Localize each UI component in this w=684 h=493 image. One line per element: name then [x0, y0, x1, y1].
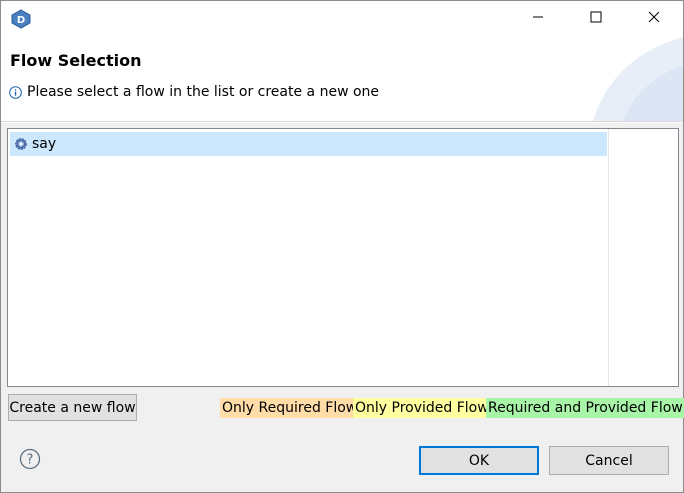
minimize-icon [532, 11, 544, 27]
header-separator [1, 121, 683, 123]
close-button[interactable] [625, 1, 683, 37]
dialog-header: Flow Selection Please select a flow in t… [1, 37, 683, 121]
list-item-label: say [32, 136, 57, 152]
minimize-button[interactable] [509, 1, 567, 37]
app-d-icon: D [11, 9, 31, 29]
title-bar: D [1, 1, 683, 37]
list-column-separator [608, 129, 609, 386]
maximize-button[interactable] [567, 1, 625, 37]
maximize-icon [590, 11, 602, 27]
dialog-message: Please select a flow in the list or crea… [9, 84, 379, 100]
header-decoration [593, 37, 683, 121]
close-icon [648, 11, 660, 27]
flow-list[interactable]: say [7, 128, 679, 387]
dialog-message-text: Please select a flow in the list or crea… [27, 84, 380, 100]
ok-button[interactable]: OK [419, 446, 539, 475]
cancel-button[interactable]: Cancel [549, 446, 669, 475]
create-new-flow-button[interactable]: Create a new flow [8, 394, 137, 421]
flow-gear-icon [14, 137, 28, 151]
dialog-window: D Flow Selection Please select a flow in… [0, 0, 684, 493]
list-item[interactable]: say [10, 132, 607, 156]
info-icon [9, 85, 22, 99]
svg-text:D: D [17, 15, 25, 26]
help-icon[interactable]: ? [19, 448, 41, 470]
legend-required-and-provided: Required and Provided Flow [486, 398, 684, 418]
dialog-title: Flow Selection [10, 51, 142, 70]
legend-required-only: Only Required Flow [220, 398, 360, 418]
legend-provided-only: Only Provided Flow [353, 398, 491, 418]
svg-text:?: ? [27, 453, 34, 468]
